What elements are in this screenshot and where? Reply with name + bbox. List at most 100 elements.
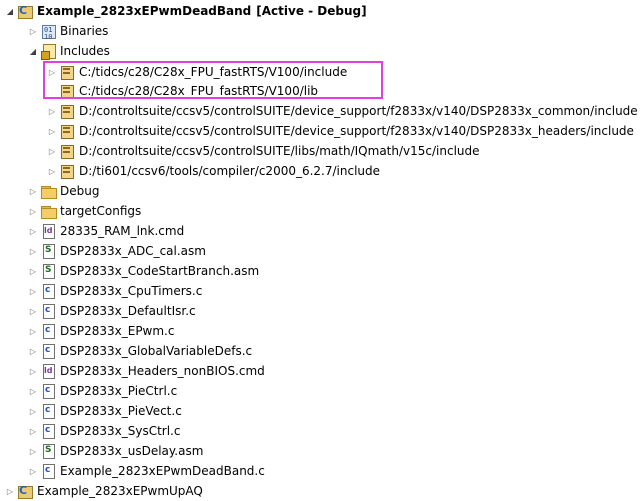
expand-arrow-icon[interactable]: ▷: [45, 101, 59, 121]
expand-arrow-icon[interactable]: ▷: [26, 21, 40, 41]
tree-item-project[interactable]: ◢ C Example_2823xEPwmDeadBand [Active - …: [3, 1, 367, 21]
include-folder-icon: [59, 163, 75, 179]
tree-item-includes[interactable]: ◢ Includes: [26, 41, 110, 61]
include-folder-icon: [59, 83, 75, 99]
tree-item-label: DSP2833x_Headers_nonBIOS.cmd: [60, 364, 265, 378]
tree-item-file[interactable]: ▷ c DSP2833x_SysCtrl.c: [26, 421, 180, 441]
asm-file-icon: S: [40, 243, 56, 259]
binaries-icon: 01 10: [40, 23, 56, 41]
tree-item-file[interactable]: ▷ ld 28335_RAM_lnk.cmd: [26, 221, 184, 241]
expand-arrow-icon[interactable]: ▷: [45, 62, 59, 82]
tree-item-project-2[interactable]: ▷ C Example_2823xEPwmUpAQ: [3, 481, 203, 501]
tree-item-label: targetConfigs: [60, 204, 142, 218]
c-source-file-icon: c: [40, 343, 56, 359]
tree-item-file[interactable]: ▷ c DSP2833x_DefaultIsr.c: [26, 301, 196, 321]
tree-item-label: Example_2823xEPwmDeadBand.c: [60, 464, 265, 478]
tree-item-include-path[interactable]: ▷ D:/ti601/ccsv6/tools/compiler/c2000_6.…: [45, 161, 380, 181]
tree-item-file[interactable]: ▷ c DSP2833x_EPwm.c: [26, 321, 174, 341]
tree-item-label: C:/tidcs/c28/C28x_FPU_fastRTS/V100/inclu…: [79, 65, 348, 79]
tree-item-file[interactable]: ▷ S DSP2833x_usDelay.asm: [26, 441, 203, 461]
project-status: [Active - Debug]: [256, 4, 367, 18]
tree-item-file[interactable]: ▷ S DSP2833x_ADC_cal.asm: [26, 241, 206, 261]
include-folder-icon: [59, 143, 75, 159]
expand-arrow-icon[interactable]: ▷: [26, 301, 40, 321]
tree-item-file[interactable]: ▷ ld DSP2833x_Headers_nonBIOS.cmd: [26, 361, 265, 381]
tree-item-label: DSP2833x_ADC_cal.asm: [60, 244, 206, 258]
tree-item-label: D:/ti601/ccsv6/tools/compiler/c2000_6.2.…: [79, 164, 381, 178]
expand-arrow-icon[interactable]: ▷: [45, 121, 59, 141]
collapse-arrow-icon[interactable]: ◢: [3, 1, 17, 21]
linker-cmd-file-icon: ld: [40, 363, 56, 379]
c-source-file-icon: c: [40, 403, 56, 419]
ccs-project-icon: C: [17, 483, 33, 499]
tree-item-label: Example_2823xEPwmUpAQ: [37, 484, 203, 498]
tree-item-file[interactable]: ▷ c Example_2823xEPwmDeadBand.c: [26, 461, 265, 481]
include-folder-icon: [59, 64, 75, 80]
tree-item-label: DSP2833x_EPwm.c: [60, 324, 175, 338]
tree-item-label: D:/controltsuite/ccsv5/controlSUITE/devi…: [79, 124, 634, 138]
tree-item-binaries[interactable]: ▷ 01 10 Binaries: [26, 21, 109, 41]
tree-item-include-path[interactable]: ▷ C:/tidcs/c28/C28x_FPU_fastRTS/V100/inc…: [45, 62, 347, 82]
expand-arrow-icon[interactable]: ▷: [45, 141, 59, 161]
folder-icon: [40, 183, 57, 199]
c-source-file-icon: c: [40, 383, 56, 399]
tree-item-label: Debug: [60, 184, 100, 198]
expand-arrow-icon[interactable]: ▷: [45, 161, 59, 181]
asm-file-icon: S: [40, 263, 56, 279]
tree-item-targetconfigs-folder[interactable]: ▷ targetConfigs: [26, 201, 141, 221]
tree-item-label: DSP2833x_PieCtrl.c: [60, 384, 178, 398]
folder-icon: [40, 203, 57, 219]
collapse-arrow-icon[interactable]: ◢: [26, 41, 40, 61]
tree-item-include-path[interactable]: ▷ C:/tidcs/c28/C28x_FPU_fastRTS/V100/lib: [45, 81, 318, 101]
includes-icon: [40, 43, 56, 60]
expand-arrow-icon[interactable]: ▷: [3, 481, 17, 501]
expand-arrow-icon[interactable]: ▷: [26, 361, 40, 381]
expand-arrow-icon[interactable]: ▷: [26, 321, 40, 341]
expand-arrow-icon[interactable]: ▷: [26, 181, 40, 201]
c-source-file-icon: c: [40, 423, 56, 439]
tree-item-label: 28335_RAM_lnk.cmd: [60, 224, 185, 238]
expand-arrow-icon[interactable]: ▷: [26, 421, 40, 441]
tree-item-include-path[interactable]: ▷ D:/controltsuite/ccsv5/controlSUITE/de…: [45, 101, 638, 121]
tree-item-include-path[interactable]: ▷ D:/controltsuite/ccsv5/controlSUITE/li…: [45, 141, 480, 161]
expand-arrow-icon[interactable]: ▷: [26, 341, 40, 361]
c-source-file-icon: c: [40, 463, 56, 479]
tree-item-label: D:/controltsuite/ccsv5/controlSUITE/devi…: [79, 104, 638, 118]
tree-item-label: DSP2833x_CpuTimers.c: [60, 284, 203, 298]
expand-arrow-icon[interactable]: ▷: [26, 381, 40, 401]
tree-item-label: C:/tidcs/c28/C28x_FPU_fastRTS/V100/lib: [79, 84, 319, 98]
tree-item-file[interactable]: ▷ c DSP2833x_CpuTimers.c: [26, 281, 202, 301]
tree-item-file[interactable]: ▷ c DSP2833x_GlobalVariableDefs.c: [26, 341, 252, 361]
include-folder-icon: [59, 123, 75, 139]
tree-item-label: D:/controltsuite/ccsv5/controlSUITE/libs…: [79, 144, 480, 158]
project-name: Example_2823xEPwmDeadBand: [37, 4, 252, 18]
tree-item-label: DSP2833x_GlobalVariableDefs.c: [60, 344, 253, 358]
c-source-file-icon: c: [40, 283, 56, 299]
linker-cmd-file-icon: ld: [40, 223, 56, 239]
c-source-file-icon: c: [40, 303, 56, 319]
expand-arrow-icon[interactable]: ▷: [26, 241, 40, 261]
tree-item-debug-folder[interactable]: ▷ Debug: [26, 181, 99, 201]
c-source-file-icon: c: [40, 323, 56, 339]
expand-arrow-icon[interactable]: ▷: [26, 281, 40, 301]
include-folder-icon: [59, 103, 75, 119]
tree-item-file[interactable]: ▷ c DSP2833x_PieCtrl.c: [26, 381, 177, 401]
ccs-project-icon: C: [17, 3, 33, 19]
expand-arrow-icon[interactable]: ▷: [26, 441, 40, 461]
tree-item-label: DSP2833x_usDelay.asm: [60, 444, 204, 458]
tree-item-label: DSP2833x_DefaultIsr.c: [60, 304, 196, 318]
tree-item-include-path[interactable]: ▷ D:/controltsuite/ccsv5/controlSUITE/de…: [45, 121, 634, 141]
tree-item-label: DSP2833x_CodeStartBranch.asm: [60, 264, 260, 278]
tree-item-label: Binaries: [60, 24, 109, 38]
tree-item-label: DSP2833x_SysCtrl.c: [60, 424, 181, 438]
expand-arrow-icon[interactable]: ▷: [26, 461, 40, 481]
tree-item-file[interactable]: ▷ S DSP2833x_CodeStartBranch.asm: [26, 261, 259, 281]
tree-item-file[interactable]: ▷ c DSP2833x_PieVect.c: [26, 401, 182, 421]
expand-arrow-icon[interactable]: ▷: [26, 401, 40, 421]
tree-item-label: Includes: [60, 44, 110, 58]
expand-arrow-icon[interactable]: ▷: [26, 261, 40, 281]
expand-arrow-icon[interactable]: ▷: [26, 201, 40, 221]
expand-arrow-icon[interactable]: ▷: [26, 221, 40, 241]
expand-arrow-icon: ▷: [45, 81, 59, 101]
asm-file-icon: S: [40, 443, 56, 459]
